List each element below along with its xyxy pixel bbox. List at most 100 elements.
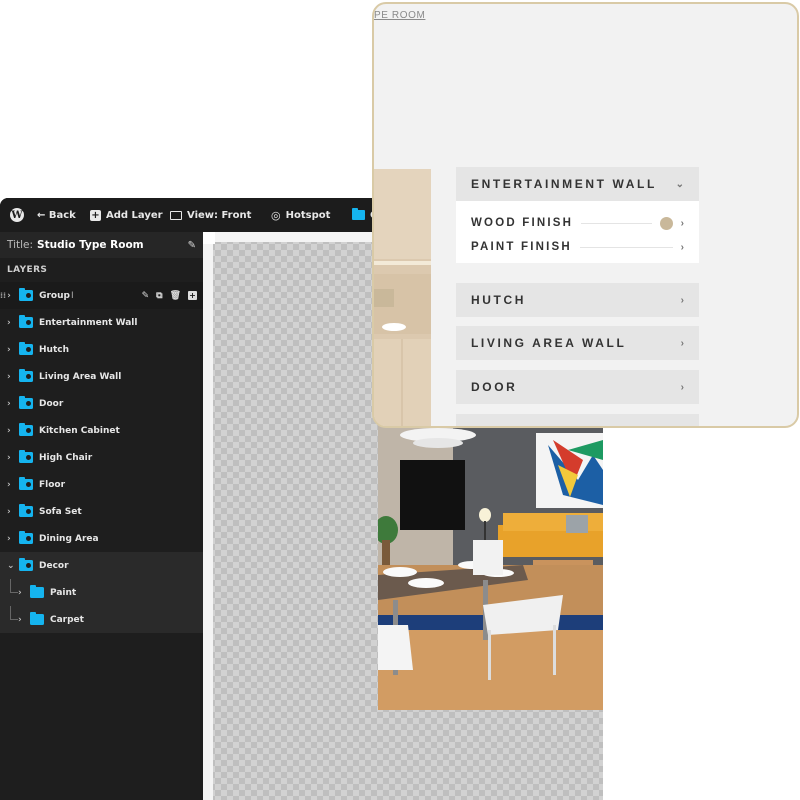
view-front-button[interactable]: View: Front bbox=[170, 198, 251, 232]
room-breadcrumb[interactable]: PE ROOM bbox=[374, 10, 425, 21]
section-header[interactable]: DOOR › bbox=[456, 370, 699, 404]
chevron-right-icon[interactable]: › bbox=[7, 507, 17, 517]
room-illustration bbox=[378, 425, 603, 710]
folder-icon bbox=[19, 423, 33, 436]
option-label: PAINT FINISH bbox=[471, 241, 572, 253]
edit-title-icon[interactable]: ✎ bbox=[188, 240, 196, 251]
project-title: Studio Type Room bbox=[37, 239, 144, 251]
layer-label: Dining Area bbox=[39, 533, 99, 544]
chevron-right-icon[interactable]: › bbox=[7, 399, 17, 409]
section-next-partial bbox=[456, 414, 699, 426]
layer-label: Paint bbox=[50, 587, 77, 598]
back-button[interactable]: ← Back bbox=[37, 198, 76, 232]
chevron-right-icon[interactable]: › bbox=[7, 534, 17, 544]
section-header[interactable]: HUTCH › bbox=[456, 283, 699, 317]
layer-label: Door bbox=[39, 398, 64, 409]
add-sublayer-icon[interactable]: + bbox=[188, 291, 197, 300]
section-door[interactable]: DOOR › bbox=[456, 370, 699, 404]
section-options: WOOD FINISH › PAINT FINISH › bbox=[456, 201, 699, 263]
chevron-right-icon[interactable]: › bbox=[7, 345, 17, 355]
add-layer-button[interactable]: + Add Layer bbox=[90, 198, 163, 232]
vertical-ruler bbox=[203, 232, 213, 800]
option-paint-finish[interactable]: PAINT FINISH › bbox=[471, 235, 684, 259]
layer-row-kitchen-cabinet[interactable]: › Kitchen Cabinet bbox=[0, 417, 203, 444]
section-hutch[interactable]: HUTCH › bbox=[456, 283, 699, 317]
chevron-right-icon[interactable]: › bbox=[7, 291, 17, 301]
add-layer-label: Add Layer bbox=[106, 209, 163, 221]
chevron-right-icon[interactable]: › bbox=[7, 426, 17, 436]
edit-icon[interactable]: ✎ bbox=[142, 291, 150, 301]
layer-row-high-chair[interactable]: › High Chair bbox=[0, 444, 203, 471]
option-divider bbox=[579, 246, 673, 248]
layer-row-group[interactable]: ⁞⁞ › Group I ✎ ⧉ 🗑 + bbox=[0, 282, 203, 309]
layer-row-paint[interactable]: › Paint bbox=[0, 579, 203, 606]
folder-icon bbox=[19, 558, 33, 571]
layers-heading: LAYERS bbox=[7, 265, 48, 275]
layer-label: Kitchen Cabinet bbox=[39, 425, 120, 436]
section-title: LIVING AREA WALL bbox=[471, 336, 627, 350]
layer-row-hutch[interactable]: › Hutch bbox=[0, 336, 203, 363]
layer-label: Entertainment Wall bbox=[39, 317, 138, 328]
chevron-down-icon: ⌄ bbox=[675, 178, 684, 190]
layer-list: ⁞⁞ › Group I ✎ ⧉ 🗑 + › Entertainment Wal… bbox=[0, 282, 203, 633]
section-header[interactable]: LIVING AREA WALL › bbox=[456, 326, 699, 360]
chevron-right-icon[interactable]: › bbox=[7, 453, 17, 463]
folder-icon bbox=[19, 396, 33, 409]
chevron-right-icon[interactable]: › bbox=[7, 318, 17, 328]
folder-icon bbox=[19, 450, 33, 463]
title-label: Title: bbox=[7, 239, 34, 251]
back-label: ← Back bbox=[37, 209, 76, 221]
folder-icon bbox=[19, 288, 34, 301]
chevron-right-icon[interactable]: › bbox=[7, 372, 17, 382]
ruler-corner bbox=[203, 232, 215, 244]
layer-label: Sofa Set bbox=[39, 506, 82, 517]
folder-icon bbox=[19, 531, 33, 544]
layer-row-living-area-wall[interactable]: › Living Area Wall bbox=[0, 363, 203, 390]
hotspot-icon: ◎ bbox=[271, 208, 281, 222]
layer-row-floor[interactable]: › Floor bbox=[0, 471, 203, 498]
layer-label: High Chair bbox=[39, 452, 93, 463]
folder-icon bbox=[19, 315, 33, 328]
chevron-right-icon[interactable]: › bbox=[18, 615, 28, 625]
layer-label: Living Area Wall bbox=[39, 371, 122, 382]
duplicate-icon[interactable]: ⧉ bbox=[156, 291, 162, 301]
chevron-right-icon: › bbox=[680, 241, 684, 253]
chevron-right-icon: › bbox=[680, 381, 684, 393]
hotspot-button[interactable]: ◎ Hotspot bbox=[271, 198, 330, 232]
section-title: HUTCH bbox=[471, 293, 526, 307]
layer-row-decor[interactable]: ⌄ Decor bbox=[0, 552, 203, 579]
section-header[interactable]: ENTERTAINMENT WALL ⌄ bbox=[456, 167, 699, 201]
title-row: Title: Studio Type Room ✎ bbox=[0, 232, 203, 258]
chevron-right-icon[interactable]: › bbox=[7, 480, 17, 490]
layer-row-carpet[interactable]: › Carpet bbox=[0, 606, 203, 633]
folder-icon bbox=[19, 342, 33, 355]
layer-label: Group bbox=[39, 290, 70, 301]
folder-icon bbox=[19, 477, 33, 490]
section-title: DOOR bbox=[471, 380, 518, 394]
section-living-area-wall[interactable]: LIVING AREA WALL › bbox=[456, 326, 699, 360]
tree-connector bbox=[10, 606, 18, 620]
chevron-right-icon: › bbox=[680, 337, 684, 349]
chevron-right-icon: › bbox=[680, 294, 684, 306]
folder-icon bbox=[30, 585, 44, 598]
section-title: ENTERTAINMENT WALL bbox=[471, 177, 657, 191]
chevron-right-icon: › bbox=[680, 217, 684, 229]
option-wood-finish[interactable]: WOOD FINISH › bbox=[471, 211, 684, 235]
drag-handle-icon[interactable]: ⁞⁞ bbox=[0, 291, 6, 300]
layer-row-sofa-set[interactable]: › Sofa Set bbox=[0, 498, 203, 525]
layer-row-dining-area[interactable]: › Dining Area bbox=[0, 525, 203, 552]
chevron-right-icon[interactable]: › bbox=[18, 588, 28, 598]
layers-sidebar: Title: Studio Type Room ✎ LAYERS ⁞⁞ › Gr… bbox=[0, 232, 203, 800]
wordpress-icon: W bbox=[10, 208, 24, 222]
add-icon: + bbox=[90, 209, 101, 221]
room-preview-crop bbox=[374, 169, 431, 426]
delete-icon[interactable]: 🗑 bbox=[170, 291, 181, 301]
layer-row-door[interactable]: › Door bbox=[0, 390, 203, 417]
layer-actions: ✎ ⧉ 🗑 + bbox=[142, 282, 197, 309]
chevron-down-icon[interactable]: ⌄ bbox=[7, 561, 17, 571]
wordpress-logo-button[interactable]: W bbox=[10, 198, 24, 232]
layer-label: Hutch bbox=[39, 344, 69, 355]
folder-icon bbox=[19, 504, 33, 517]
layer-row-entertainment-wall[interactable]: › Entertainment Wall bbox=[0, 309, 203, 336]
tree-connector bbox=[10, 579, 18, 593]
